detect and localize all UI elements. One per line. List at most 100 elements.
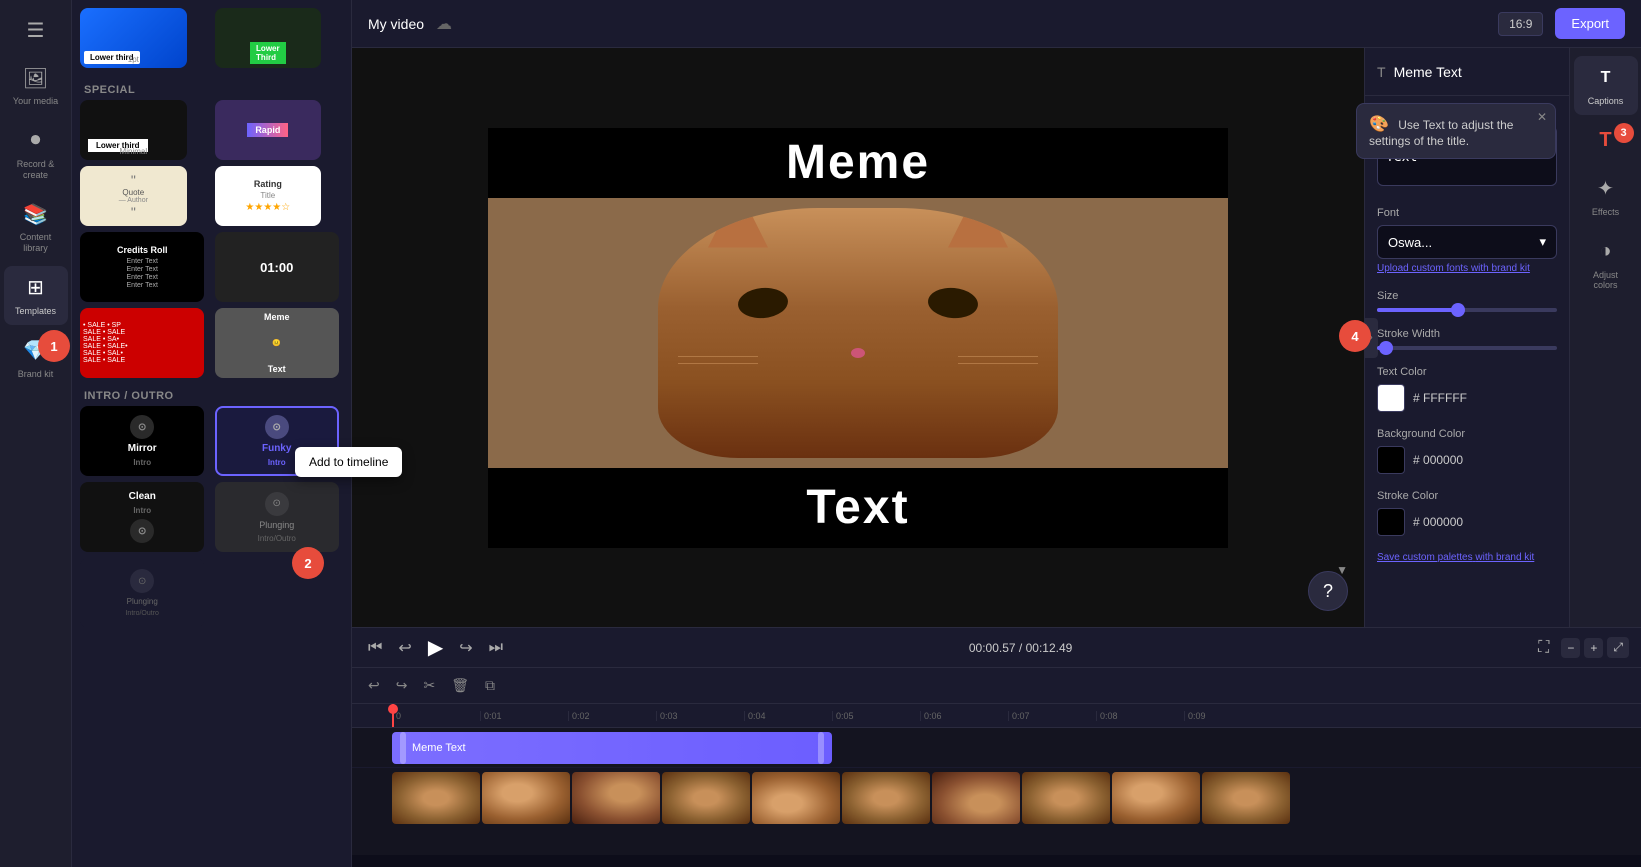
template-card-lower-third-2[interactable]: LowerThird	[215, 8, 322, 68]
aspect-ratio-badge[interactable]: 16:9	[1498, 12, 1543, 36]
plunging-1-label: Plunging	[259, 520, 294, 530]
controls-bar: ⏮ ↩ ▶ ↪ ⏭ 00:00.57 / 00:12.49 ⛶ − + ⤢	[352, 627, 1641, 667]
template-card-credits[interactable]: Credits Roll Enter Text Enter Text Enter…	[80, 232, 204, 302]
save-palettes-link[interactable]: Save custom palettes with brand kit	[1377, 552, 1557, 563]
video-thumb-2	[482, 772, 570, 824]
fit-zoom-button[interactable]: ⤢	[1607, 637, 1629, 658]
timeline-area: ↩ ↪ ✂ 🗑 ⧉ 0 0:01	[352, 667, 1641, 867]
next-button[interactable]: ⏭	[485, 635, 507, 661]
adjust-colors-icon: ◑	[1592, 238, 1620, 266]
cloud-save-icon: ☁	[436, 14, 452, 34]
font-section: Font Oswa... ▾ Upload custom fonts with …	[1377, 207, 1557, 274]
meme-text-track: Meme Text	[352, 728, 1641, 768]
font-select[interactable]: Oswa... ▾	[1377, 225, 1557, 259]
chevron-down-icon[interactable]: ▼	[1336, 563, 1348, 577]
right-panel-content: Text Meme Text Font Oswa... ▾ Upload cus…	[1365, 96, 1569, 627]
video-thumb-9	[1112, 772, 1200, 824]
template-card-meme[interactable]: Meme 😐 Text	[215, 308, 339, 378]
text-color-label: Text Color	[1377, 366, 1557, 378]
right-icon-bar: T Captions 3 T ✦ Effects ◑ Adjustcolors	[1569, 48, 1641, 627]
undo-button[interactable]: ↩	[364, 673, 384, 698]
back5-button[interactable]: ↩	[394, 634, 415, 662]
sidebar-label-record: Record &create	[17, 159, 55, 181]
fullscreen-button[interactable]: ⛶	[1534, 635, 1553, 661]
template-card-plunging-1[interactable]: ⊙ Plunging Intro/Outro	[215, 482, 339, 552]
clip-left-handle[interactable]	[400, 732, 406, 764]
template-card-rapid[interactable]: Rapid	[215, 100, 322, 160]
text-tab[interactable]: 3 T	[1574, 119, 1638, 163]
annotation-3: 3	[1614, 123, 1634, 143]
text-color-swatch[interactable]	[1377, 384, 1405, 412]
redo-button[interactable]: ↪	[392, 673, 412, 698]
sidebar-item-record[interactable]: ⏺ Record &create	[4, 119, 68, 189]
left-sidebar: ☰ 🖼 Your media ⏺ Record &create 📚 Conten…	[0, 0, 72, 867]
timeline-scrollbar[interactable]	[352, 855, 1641, 867]
meme-text-clip[interactable]: Meme Text	[392, 732, 832, 764]
template-card-clean[interactable]: Clean Intro ⊙	[80, 482, 204, 552]
menu-icon: ☰	[22, 16, 50, 44]
fwd5-button[interactable]: ↪	[455, 634, 476, 662]
captions-label: Captions	[1588, 96, 1624, 107]
right-panel-header: T Meme Text	[1365, 48, 1569, 96]
video-container: ‹ Meme	[352, 48, 1364, 627]
stroke-color-label: Stroke Color	[1377, 490, 1557, 502]
delete-button[interactable]: 🗑	[447, 673, 473, 698]
background-color-hex: # 000000	[1413, 453, 1463, 467]
upload-fonts-link[interactable]: Upload custom fonts with brand kit	[1377, 263, 1557, 274]
annotation-4-bubble: 4	[1339, 320, 1371, 352]
zoom-out-button[interactable]: −	[1561, 638, 1580, 658]
template-card-rating[interactable]: Rating Title ★★★★☆	[215, 166, 322, 226]
topbar: My video ☁ 16:9 Export	[352, 0, 1641, 48]
sidebar-label-content-library: Contentlibrary	[20, 232, 52, 254]
effects-tab[interactable]: ✦ Effects	[1574, 167, 1638, 226]
sidebar-menu[interactable]: ☰	[4, 8, 68, 52]
playhead[interactable]	[392, 704, 394, 727]
sidebar-item-templates[interactable]: ⊞ Templates	[4, 266, 68, 325]
stroke-color-hex: # 000000	[1413, 515, 1463, 529]
mirror-label: Mirror	[128, 443, 157, 454]
annotation-1-bubble: 1	[38, 330, 70, 362]
background-color-swatch[interactable]	[1377, 446, 1405, 474]
adjust-colors-tab[interactable]: ◑ Adjustcolors	[1574, 230, 1638, 300]
effects-label: Effects	[1592, 207, 1619, 218]
stroke-width-slider[interactable]	[1377, 346, 1557, 350]
template-card-plunging-2[interactable]: ⊙ Plunging Intro/Outro	[80, 558, 204, 628]
cut-button[interactable]: ✂	[419, 673, 439, 698]
tooltip-box: 🎨 Use Text to adjust the settings of the…	[1356, 103, 1556, 159]
template-card-quote[interactable]: " Quote — Author "	[80, 166, 187, 226]
templates-scroll[interactable]: Lower third 1pt LowerThird Special Lower…	[72, 8, 351, 867]
project-title[interactable]: My video	[368, 16, 424, 32]
video-thumb-8	[1022, 772, 1110, 824]
size-slider[interactable]	[1377, 308, 1557, 312]
video-top-text: Meme	[488, 128, 1228, 198]
captions-tab[interactable]: T Captions	[1574, 56, 1638, 115]
template-card-timer[interactable]: 01:00	[215, 232, 339, 302]
timer-label: 01:00	[260, 260, 293, 275]
template-card-lower-third-3[interactable]: Lower third Minimal	[80, 100, 187, 160]
help-button[interactable]: ?	[1308, 571, 1348, 611]
time-display: 00:00.57 / 00:12.49	[515, 641, 1526, 655]
export-button[interactable]: Export	[1555, 8, 1625, 39]
video-thumb-4	[662, 772, 750, 824]
sidebar-label-your-media: Your media	[13, 96, 58, 107]
stroke-color-swatch[interactable]	[1377, 508, 1405, 536]
main-area: My video ☁ 16:9 Export ‹ Meme	[352, 0, 1641, 867]
prev-button[interactable]: ⏮	[364, 635, 386, 661]
record-icon: ⏺	[22, 127, 50, 155]
rapid-label: Rapid	[247, 123, 288, 137]
template-card-lower-third-1[interactable]: Lower third 1pt	[80, 8, 187, 68]
template-card-mirror[interactable]: ⊙ Mirror Intro	[80, 406, 204, 476]
template-card-sale[interactable]: • SALE • SP SALE • SALE SALE • SA• SALE …	[80, 308, 204, 378]
sidebar-item-content-library[interactable]: 📚 Contentlibrary	[4, 192, 68, 262]
zoom-in-button[interactable]: +	[1584, 638, 1603, 658]
clip-right-handle[interactable]	[818, 732, 824, 764]
text-color-hex: # FFFFFF	[1413, 391, 1467, 405]
add-to-timeline-popup[interactable]: Add to timeline	[295, 447, 402, 477]
sidebar-item-your-media[interactable]: 🖼 Your media	[4, 56, 68, 115]
add-to-timeline-label: Add to timeline	[309, 455, 388, 469]
adjust-colors-label: Adjustcolors	[1593, 270, 1618, 292]
stroke-width-section: Stroke Width	[1377, 328, 1557, 350]
tooltip-close-button[interactable]: ✕	[1537, 110, 1547, 124]
duplicate-button[interactable]: ⧉	[481, 673, 499, 698]
play-button[interactable]: ▶	[424, 631, 447, 664]
